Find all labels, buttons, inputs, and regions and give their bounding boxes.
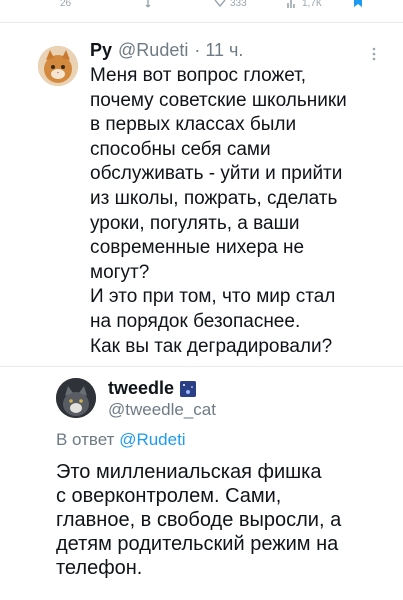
- reply-prefix: В ответ: [56, 430, 115, 449]
- author-name[interactable]: tweedle: [108, 378, 174, 399]
- replying-to: В ответ @Rudeti: [56, 430, 186, 450]
- tweet-line: в первых классах были: [90, 114, 297, 136]
- tweet-line: Меня вот вопрос гложет,: [90, 65, 307, 86]
- tweet-line: почему советские школьники: [90, 89, 347, 111]
- retweet-action[interactable]: [145, 0, 157, 9]
- bookmark-action[interactable]: [352, 0, 364, 9]
- tweet-line: современные нихера не: [90, 237, 305, 259]
- more-options-icon[interactable]: [368, 46, 380, 62]
- reply-mention-link[interactable]: @Rudeti: [119, 430, 185, 449]
- tweet-line: способны себя сами: [90, 138, 271, 160]
- views-action[interactable]: 1,7К: [286, 0, 322, 9]
- heart-icon: [214, 0, 226, 8]
- like-count: 333: [230, 0, 247, 9]
- tweet-line: могут?: [90, 261, 150, 283]
- reply-count: 26: [60, 0, 72, 9]
- reply-line: с оверконтролем. Сами,: [56, 485, 282, 507]
- author-name-row: tweedle: [108, 378, 197, 399]
- tweet-line: обслуживать - уйти и прийти: [90, 163, 343, 185]
- like-action[interactable]: 333: [214, 0, 247, 9]
- reply-line: Это миллениальская фишка: [56, 461, 322, 483]
- tweet-line: И это при том, что мир стал: [90, 286, 336, 308]
- author-handle[interactable]: @tweedle_cat: [108, 400, 216, 420]
- cat-avatar-icon: [38, 46, 78, 86]
- tweet-header: Ру @Rudeti · 11 ч.: [90, 40, 243, 61]
- author-name[interactable]: Ру: [90, 40, 112, 61]
- views-icon: [287, 0, 295, 8]
- galaxy-emoji-icon: [180, 380, 197, 397]
- tweet-line: на порядок безопаснее.: [90, 310, 301, 332]
- bookmark-icon: [354, 0, 362, 7]
- tweet-actions-row: 26 333 1,7К: [0, 0, 403, 12]
- tweet-text: Меня вот вопрос гложет, почему советские…: [90, 64, 390, 359]
- reply-line: детям родительский режим на: [56, 533, 339, 555]
- reply-action[interactable]: 26: [60, 0, 71, 9]
- views-count: 1,7К: [302, 0, 322, 9]
- tweet-line: уроки, погулять, а ваши: [90, 212, 300, 234]
- reply-text: Это миллениальская фишка с оверконтролем…: [56, 460, 376, 580]
- avatar-ru[interactable]: [38, 46, 78, 86]
- tweet-line: Как вы так деградировали?: [90, 335, 333, 357]
- divider: [0, 366, 403, 367]
- avatar-tweedle[interactable]: [56, 378, 96, 418]
- retweet-icon: [145, 0, 151, 8]
- tweet-line: из школы, пожрать, сделать: [90, 187, 338, 209]
- tweet-time: · 11 ч.: [194, 40, 244, 60]
- author-handle[interactable]: @Rudeti: [118, 40, 188, 61]
- divider: [0, 22, 403, 23]
- reply-line: телефон.: [56, 557, 143, 579]
- cat-photo-avatar-icon: [56, 378, 96, 418]
- reply-line: главное, в свободе выросли, а: [56, 509, 342, 531]
